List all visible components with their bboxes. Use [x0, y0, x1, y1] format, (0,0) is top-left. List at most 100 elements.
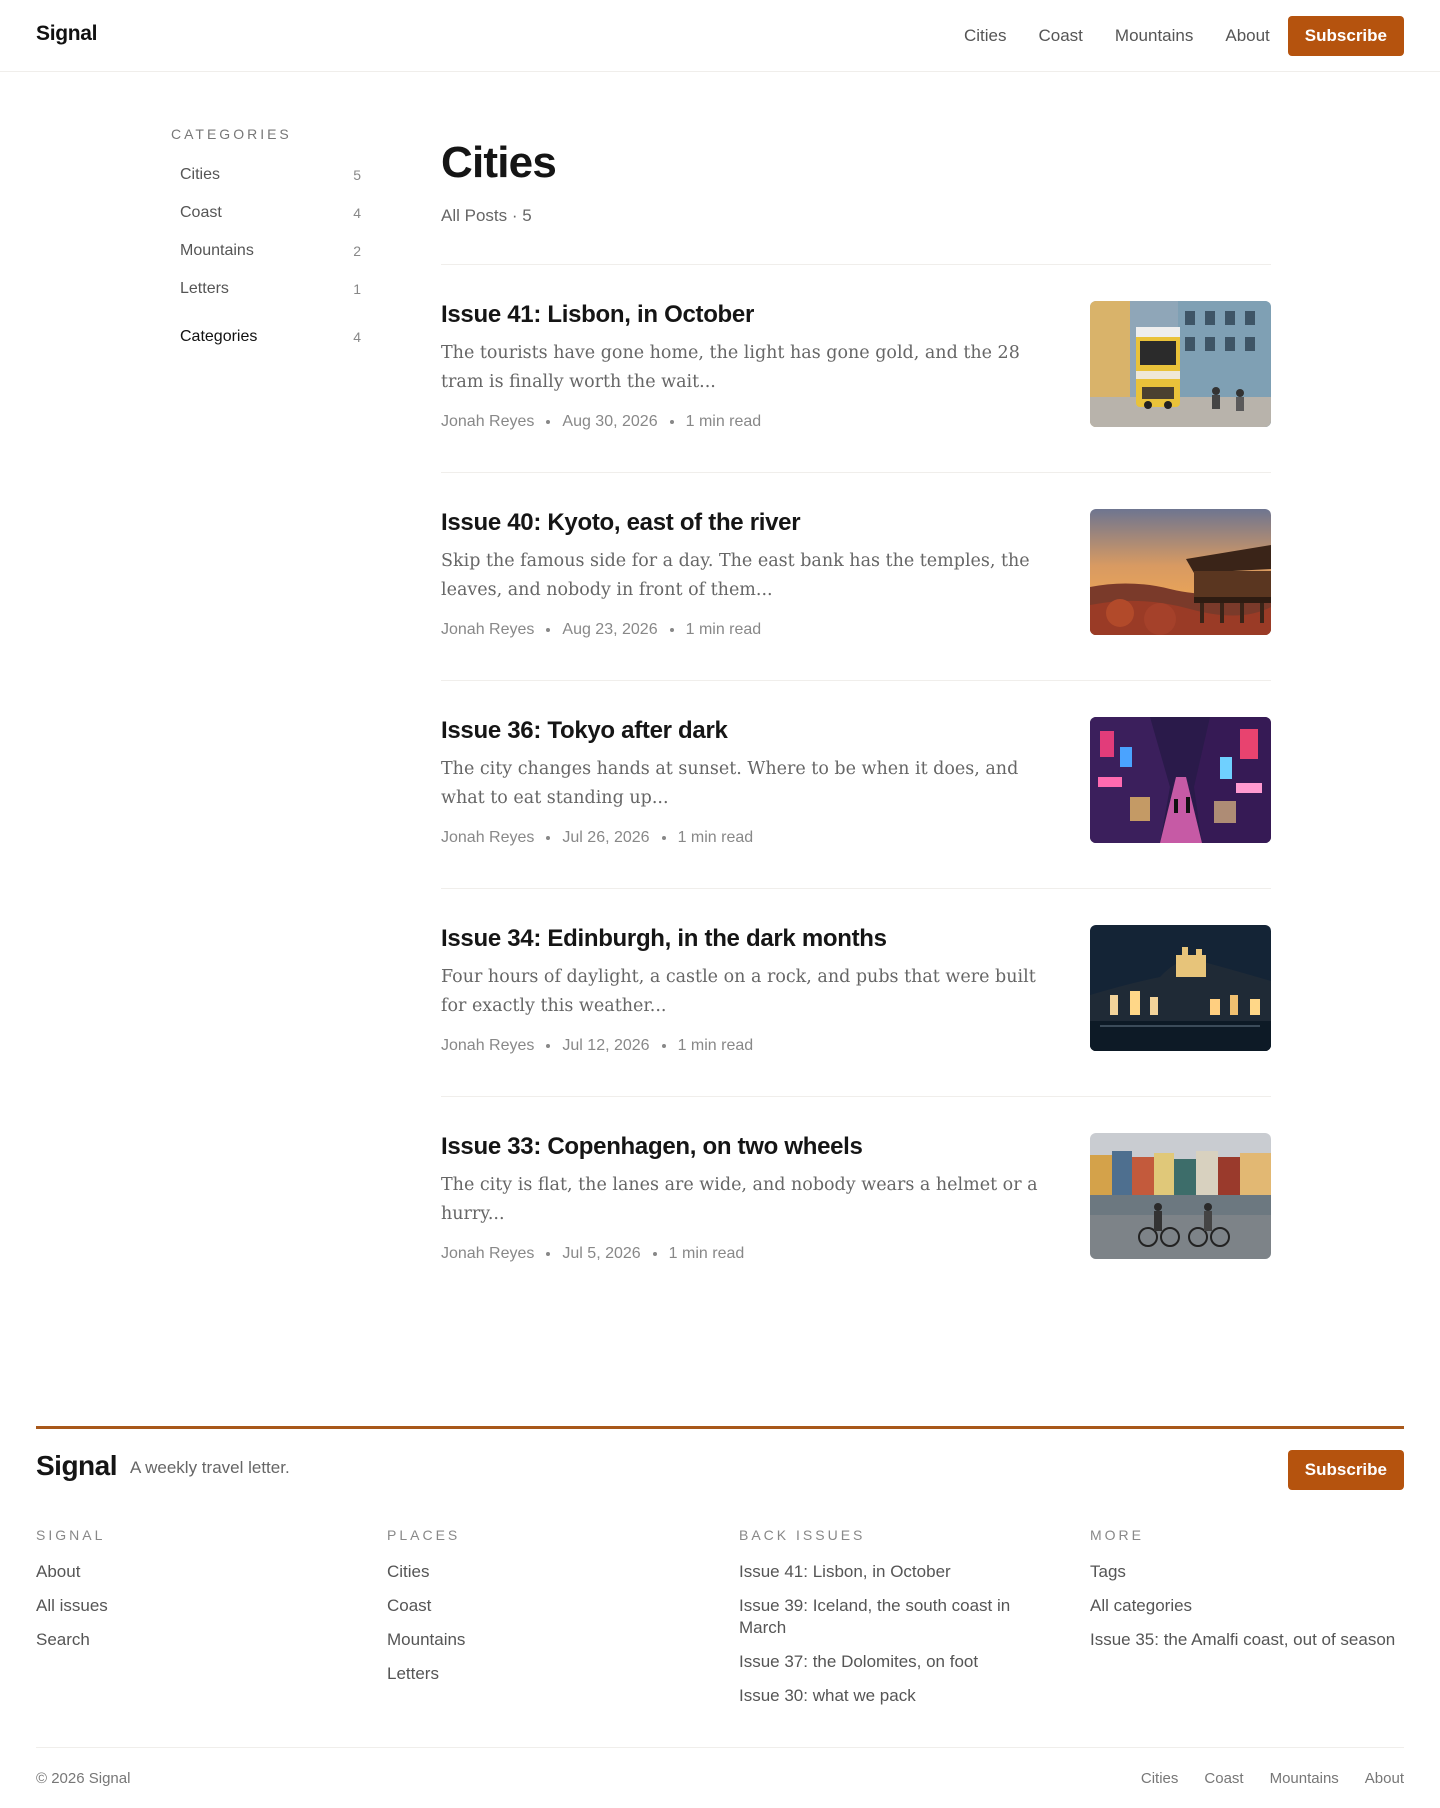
footer-divider — [36, 1426, 1404, 1429]
separator-dot — [652, 1252, 657, 1256]
footer-link-cities[interactable]: Cities — [387, 1561, 465, 1583]
footer-link-all-issues[interactable]: All issues — [36, 1595, 108, 1617]
footer-bottom-link-coast[interactable]: Coast — [1204, 1770, 1243, 1787]
separator-dot — [669, 628, 674, 632]
post-card: Issue 33: Copenhagen, on two wheels The … — [441, 1097, 1271, 1305]
footer-link-issue-41[interactable]: Issue 41: Lisbon, in October — [739, 1561, 1039, 1583]
footer-bottom-link-cities[interactable]: Cities — [1141, 1770, 1179, 1787]
footer-column-places: PLACES Cities Coast Mountains Letters — [387, 1527, 465, 1697]
sidebar-item-count: 5 — [353, 167, 361, 183]
footer-link-issue-37[interactable]: Issue 37: the Dolomites, on foot — [739, 1651, 1039, 1673]
post-date: Aug 23, 2026 — [562, 621, 658, 638]
post-meta: Jonah Reyes Jul 5, 2026 1 min read — [441, 1245, 744, 1263]
main-nav: Cities Coast Mountains About Subscribe — [964, 16, 1404, 56]
post-listing: Cities All Posts · 5 Issue 41: Lisbon, i… — [441, 136, 1271, 1305]
post-meta: Jonah Reyes Jul 12, 2026 1 min read — [441, 1037, 753, 1055]
footer-column-title: PLACES — [387, 1527, 461, 1543]
nav-link-about[interactable]: About — [1225, 26, 1269, 46]
sidebar-item-categories[interactable]: Categories 4 — [171, 318, 361, 356]
footer-link-about[interactable]: About — [36, 1561, 108, 1583]
separator-dot — [546, 628, 551, 632]
footer-logo[interactable]: Signal — [36, 1450, 118, 1482]
category-sidebar: CATEGORIES Cities 5 Coast 4 Mountains 2 … — [171, 126, 361, 356]
separator-dot — [669, 420, 674, 424]
footer-column-title: SIGNAL — [36, 1527, 106, 1543]
post-author[interactable]: Jonah Reyes — [441, 621, 534, 639]
footer-link-issue-30[interactable]: Issue 30: what we pack — [739, 1685, 1039, 1707]
nav-link-coast[interactable]: Coast — [1039, 26, 1083, 46]
post-excerpt: Four hours of daylight, a castle on a ro… — [441, 967, 1036, 1016]
separator-dot — [546, 1252, 551, 1256]
nav-link-mountains[interactable]: Mountains — [1115, 26, 1193, 46]
lisbon-tram-photo[interactable] — [1090, 301, 1271, 427]
post-excerpt: Skip the famous side for a day. The east… — [441, 551, 1030, 600]
post-card: Issue 34: Edinburgh, in the dark months … — [441, 889, 1271, 1097]
sidebar-item-label: Categories — [180, 328, 258, 345]
separator-dot — [546, 836, 551, 840]
footer-link-mountains[interactable]: Mountains — [387, 1629, 465, 1651]
post-card: Issue 40: Kyoto, east of the river Skip … — [441, 473, 1271, 681]
footer-link-issue-39[interactable]: Issue 39: Iceland, the south coast in Ma… — [739, 1595, 1039, 1639]
page-title: Cities — [441, 138, 557, 187]
page-subtitle: All Posts · 5 — [441, 206, 532, 225]
footer-link-tags[interactable]: Tags — [1090, 1561, 1410, 1583]
site-header: Signal Cities Coast Mountains About Subs… — [0, 0, 1440, 72]
post-author[interactable]: Jonah Reyes — [441, 1245, 534, 1263]
sidebar-item-label: Cities — [180, 166, 221, 183]
footer-bottom-link-mountains[interactable]: Mountains — [1270, 1770, 1339, 1787]
footer-subscribe-button[interactable]: Subscribe — [1287, 1450, 1404, 1490]
post-author[interactable]: Jonah Reyes — [441, 829, 534, 847]
footer-column-signal: SIGNAL About All issues Search — [36, 1527, 108, 1663]
post-title[interactable]: Issue 34: Edinburgh, in the dark months — [441, 925, 1061, 953]
post-date: Jul 26, 2026 — [562, 829, 650, 846]
footer-link-all-categories[interactable]: All categories — [1090, 1595, 1410, 1617]
sidebar-item-label: Mountains — [180, 242, 254, 259]
post-read-time: 1 min read — [668, 1245, 745, 1262]
subscribe-button[interactable]: Subscribe — [1287, 16, 1404, 56]
site-logo[interactable]: Signal — [36, 22, 98, 46]
footer-link-letters[interactable]: Letters — [387, 1663, 465, 1685]
footer-link-search[interactable]: Search — [36, 1629, 108, 1651]
sidebar-item-cities[interactable]: Cities 5 — [171, 156, 361, 194]
post-read-time: 1 min read — [685, 413, 762, 430]
post-meta: Jonah Reyes Jul 26, 2026 1 min read — [441, 829, 753, 847]
footer-link-coast[interactable]: Coast — [387, 1595, 465, 1617]
post-excerpt: The tourists have gone home, the light h… — [441, 343, 1020, 392]
post-read-time: 1 min read — [677, 829, 754, 846]
post-title[interactable]: Issue 36: Tokyo after dark — [441, 717, 1061, 745]
post-title[interactable]: Issue 33: Copenhagen, on two wheels — [441, 1133, 1061, 1161]
sidebar-item-label: Letters — [180, 280, 229, 297]
footer-link-issue-35[interactable]: Issue 35: the Amalfi coast, out of seaso… — [1090, 1629, 1410, 1651]
post-author[interactable]: Jonah Reyes — [441, 1037, 534, 1055]
post-date: Jul 12, 2026 — [562, 1037, 650, 1054]
nav-link-cities[interactable]: Cities — [964, 26, 1007, 46]
post-date: Jul 5, 2026 — [562, 1245, 641, 1262]
copyright: © 2026 Signal — [36, 1770, 131, 1787]
post-date: Aug 30, 2026 — [562, 413, 658, 430]
post-title[interactable]: Issue 40: Kyoto, east of the river — [441, 509, 1061, 537]
post-card: Issue 41: Lisbon, in October The tourist… — [441, 265, 1271, 473]
kyoto-temple-photo[interactable] — [1090, 509, 1271, 635]
sidebar-item-letters[interactable]: Letters 1 — [171, 270, 361, 308]
separator-dot — [661, 836, 666, 840]
footer-column-title: MORE — [1090, 1527, 1144, 1543]
post-card: Issue 36: Tokyo after dark The city chan… — [441, 681, 1271, 889]
sidebar-item-mountains[interactable]: Mountains 2 — [171, 232, 361, 270]
post-title[interactable]: Issue 41: Lisbon, in October — [441, 301, 1061, 329]
separator-dot — [546, 1044, 551, 1048]
post-author[interactable]: Jonah Reyes — [441, 413, 534, 431]
footer-bottom-link-about[interactable]: About — [1365, 1770, 1404, 1787]
tokyo-neon-street-photo[interactable] — [1090, 717, 1271, 843]
post-meta: Jonah Reyes Aug 23, 2026 1 min read — [441, 621, 761, 639]
sidebar-item-count: 1 — [353, 281, 361, 297]
footer-column-back-issues: BACK ISSUES Issue 41: Lisbon, in October… — [739, 1527, 1039, 1719]
separator-dot — [546, 420, 551, 424]
copenhagen-bikes-photo[interactable] — [1090, 1133, 1271, 1259]
post-read-time: 1 min read — [677, 1037, 754, 1054]
sidebar-item-count: 4 — [353, 205, 361, 221]
sidebar-item-coast[interactable]: Coast 4 — [171, 194, 361, 232]
footer-column-more: MORE Tags All categories Issue 35: the A… — [1090, 1527, 1410, 1663]
post-excerpt: The city changes hands at sunset. Where … — [441, 759, 1019, 808]
post-read-time: 1 min read — [685, 621, 762, 638]
edinburgh-night-photo[interactable] — [1090, 925, 1271, 1051]
